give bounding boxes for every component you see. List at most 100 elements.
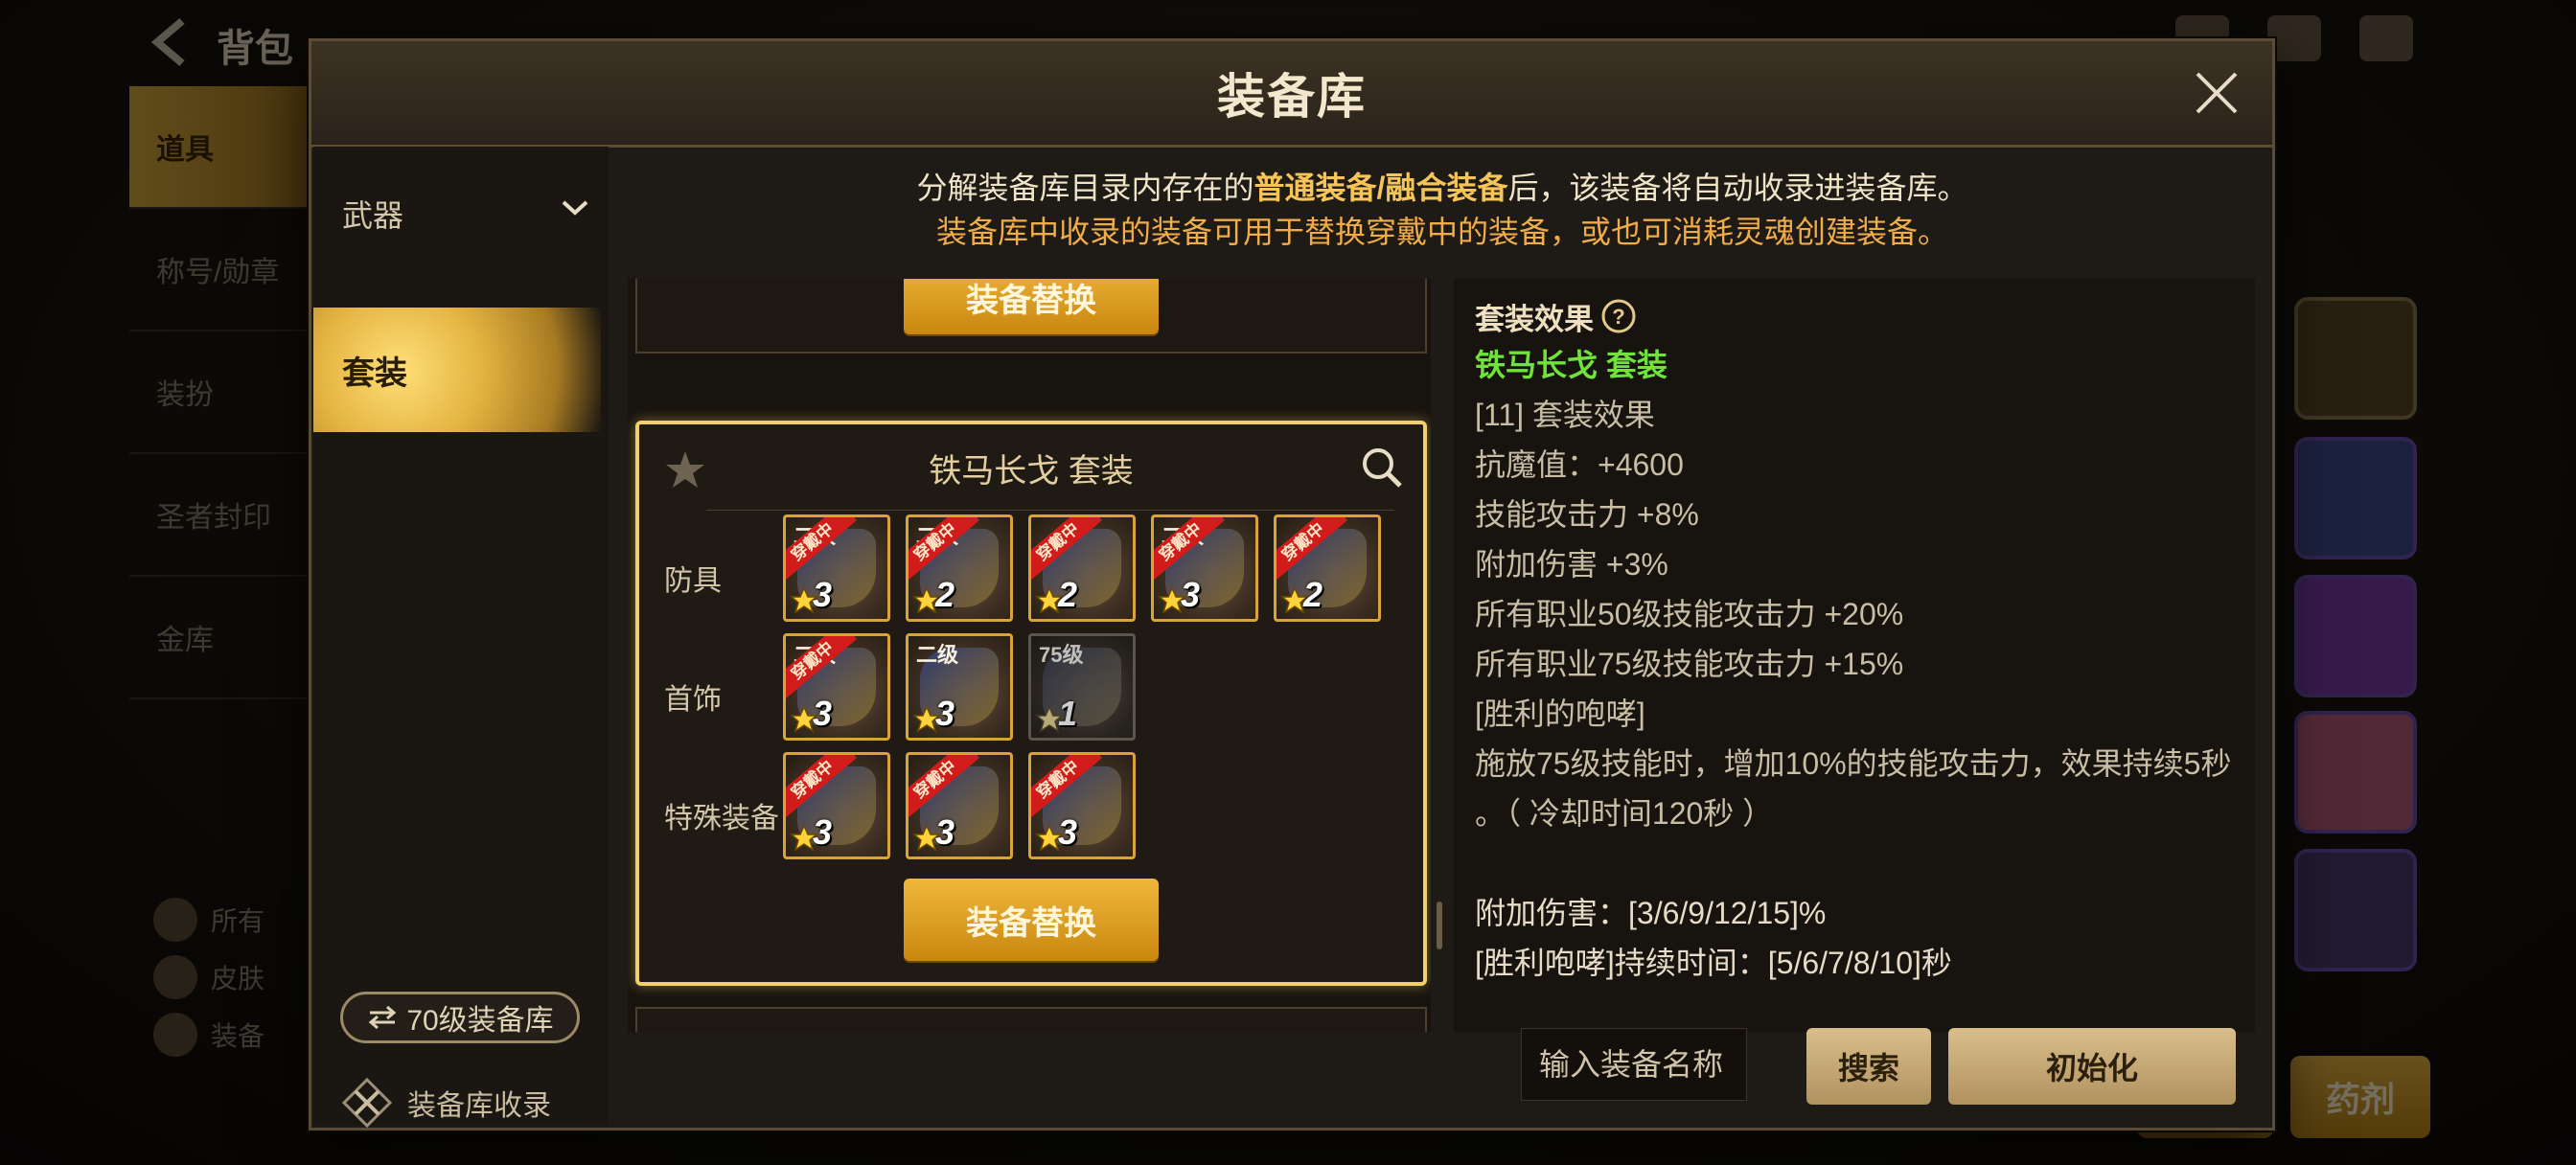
- equipment-library-modal: 装备库 武器 套装 70级装备库 装备库收录 分解装备库目录内存在的普通装备/融…: [309, 38, 2275, 1131]
- set-effect-name: 铁马长戈 套装: [1475, 348, 1668, 382]
- set-effect-line: 附加伤害 +3%: [1475, 547, 1668, 582]
- equipment-slot[interactable]: 二级穿戴中2: [906, 514, 1013, 622]
- set-card-header: 铁马长戈 套装: [639, 424, 1423, 511]
- row-label-armor: 防具: [664, 565, 722, 597]
- background-tab-avatar: 装扮: [129, 331, 311, 454]
- set-card-selected[interactable]: 铁马长戈 套装 防具 首饰 特殊装备 二级穿戴中3二级穿戴中2穿戴中2二级穿戴中…: [635, 421, 1427, 986]
- bg-item-icon: [153, 898, 197, 942]
- inventory-cell: [2294, 711, 2417, 834]
- star-level: 1: [1035, 694, 1077, 734]
- equipment-slot[interactable]: 穿戴中 2: [1028, 514, 1136, 622]
- background-bottom-item: 装备: [153, 1006, 264, 1063]
- set-card-title: 铁马长戈 套装: [929, 452, 1134, 490]
- category-weapon[interactable]: 武器: [313, 147, 609, 281]
- library-record-label: 装备库收录: [407, 1090, 551, 1122]
- category-set-label: 套装: [342, 354, 407, 392]
- bg-item-label: 皮肤: [211, 964, 265, 994]
- star-count: 1: [1058, 694, 1078, 733]
- next-set-card: [635, 1007, 1427, 1032]
- star-level: 2: [1280, 575, 1322, 615]
- crossed-swords-icon: [341, 1077, 393, 1129]
- background-tab-seal: 圣者封印: [129, 454, 311, 577]
- set-effect-line: 所有职业50级技能攻击力 +20%: [1475, 597, 1904, 631]
- notice-line-2: 装备库中收录的装备可用于替换穿戴中的装备，或也可消耗灵魂创建装备。: [935, 215, 1948, 249]
- equipment-slot[interactable]: 75级 1: [1028, 633, 1136, 741]
- star-level: 3: [1035, 812, 1077, 853]
- bg-item-icon: [153, 955, 197, 999]
- modal-title: 装备库: [1217, 70, 1367, 124]
- notice-line-1-highlight: 普通装备/融合装备: [1254, 171, 1508, 205]
- background-bottom-list: 所有 皮肤 装备: [153, 891, 264, 1063]
- reset-button[interactable]: 初始化: [1948, 1028, 2236, 1105]
- chat-icon: [2359, 15, 2413, 61]
- set-effect-line: 施放75级技能时，增加10%的技能攻击力，效果持续5秒: [1475, 746, 2232, 781]
- equipment-slot[interactable]: 二级穿戴中3: [783, 514, 890, 622]
- equipment-slot[interactable]: 穿戴中 3: [783, 752, 890, 859]
- star-level: 3: [790, 812, 832, 853]
- row-label-special: 特殊装备: [664, 803, 779, 834]
- svg-text:?: ?: [1612, 305, 1624, 329]
- set-effect-line: 。（ 冷却时间120秒 ）: [1475, 796, 1774, 831]
- background-sidebar: 道具 称号/勋章 装扮 圣者封印 金库: [129, 86, 311, 699]
- favorite-star-icon[interactable]: [664, 449, 706, 490]
- close-icon[interactable]: [2192, 68, 2242, 118]
- set-list[interactable]: 装备替换 铁马长戈 套装 防具 首饰 特殊装备 二级穿戴中3二级穿戴中2穿戴中2…: [628, 279, 1431, 1032]
- set-effect-line: [1475, 838, 2245, 888]
- background-title: 背包: [217, 28, 293, 70]
- background-tab-items: 道具: [129, 86, 311, 209]
- set-effect-lines: [11] 套装效果 抗魔值：+4600 技能攻击力 +8% 附加伤害 +3% 所有职业5…: [1475, 390, 2245, 988]
- list-scrollbar[interactable]: [1437, 902, 1442, 949]
- set-effect-line: [11] 套装效果: [1475, 398, 1655, 432]
- star-count: 2: [935, 575, 955, 614]
- star-count: 2: [1058, 575, 1078, 614]
- set-effect-header: 套装效果 ?: [1475, 292, 2245, 340]
- set-effect-line: 抗魔值：+4600: [1475, 447, 1684, 482]
- inventory-cell: [2294, 437, 2417, 560]
- star-count: 3: [1181, 575, 1201, 614]
- level-70-library-button[interactable]: 70级装备库: [340, 992, 580, 1043]
- magnifier-icon[interactable]: [1360, 445, 1404, 490]
- bg-item-label: 所有: [211, 906, 265, 936]
- notice-line-1-prefix: 分解装备库目录内存在的: [916, 171, 1254, 205]
- bg-item-label: 装备: [211, 1021, 265, 1051]
- set-effect-panel: 套装效果 ? 铁马长戈 套装 [11] 套装效果 抗魔值：+4600 技能攻击力 +…: [1454, 279, 2255, 1032]
- replace-equipment-button[interactable]: 装备替换: [904, 879, 1159, 961]
- category-column: 武器 套装 70级装备库 装备库收录: [313, 147, 609, 1129]
- library-record-button[interactable]: 装备库收录: [340, 1076, 551, 1130]
- inventory-cell: [2294, 297, 2417, 420]
- star-count: 3: [935, 812, 955, 852]
- previous-set-card: 装备替换: [635, 279, 1427, 354]
- swap-icon: [369, 1005, 397, 1030]
- equipment-name-input[interactable]: [1521, 1028, 1747, 1101]
- level-70-library-label: 70级装备库: [406, 1005, 554, 1037]
- star-level: 2: [1035, 575, 1077, 615]
- set-effect-line: 所有职业75级技能攻击力 +15%: [1475, 647, 1904, 681]
- set-effect-line: 技能攻击力 +8%: [1475, 497, 1699, 532]
- equipment-slot[interactable]: 二级穿戴中3: [783, 633, 890, 741]
- set-effect-line: [胜利咆哮]持续时间：[5/6/7/8/10]秒: [1475, 946, 1952, 980]
- star-level: 3: [790, 694, 832, 734]
- background-tab-vault: 金库: [129, 577, 311, 699]
- replace-equipment-button[interactable]: 装备替换: [904, 279, 1159, 334]
- star-count: 3: [935, 694, 955, 733]
- equipment-grade: 二级: [916, 643, 959, 667]
- search-button[interactable]: 搜索: [1806, 1028, 1931, 1105]
- equipment-slot[interactable]: 穿戴中 2: [1274, 514, 1381, 622]
- background-bottom-item: 皮肤: [153, 948, 264, 1006]
- row-label-accessory: 首饰: [664, 684, 722, 716]
- equipment-slot[interactable]: 穿戴中 3: [1028, 752, 1136, 859]
- equipment-slot[interactable]: 穿戴中 3: [906, 752, 1013, 859]
- notice-line-1-suffix: 后，该装备将自动收录进装备库。: [1507, 171, 1968, 205]
- category-set[interactable]: 套装: [313, 308, 601, 432]
- star-level: 3: [912, 694, 954, 734]
- help-icon[interactable]: ?: [1599, 297, 1638, 335]
- star-count: 3: [813, 694, 833, 733]
- equipment-slot[interactable]: 二级穿戴中3: [1151, 514, 1258, 622]
- chevron-down-icon: [562, 200, 588, 216]
- bg-item-icon: [153, 1013, 197, 1057]
- star-level: 3: [790, 575, 832, 615]
- notice-text: 分解装备库目录内存在的普通装备/融合装备后，该装备将自动收录进装备库。 装备库中…: [618, 166, 2266, 254]
- equipment-slot[interactable]: 二级 3: [906, 633, 1013, 741]
- star-count: 3: [1058, 812, 1078, 852]
- mail-icon: [2267, 15, 2321, 61]
